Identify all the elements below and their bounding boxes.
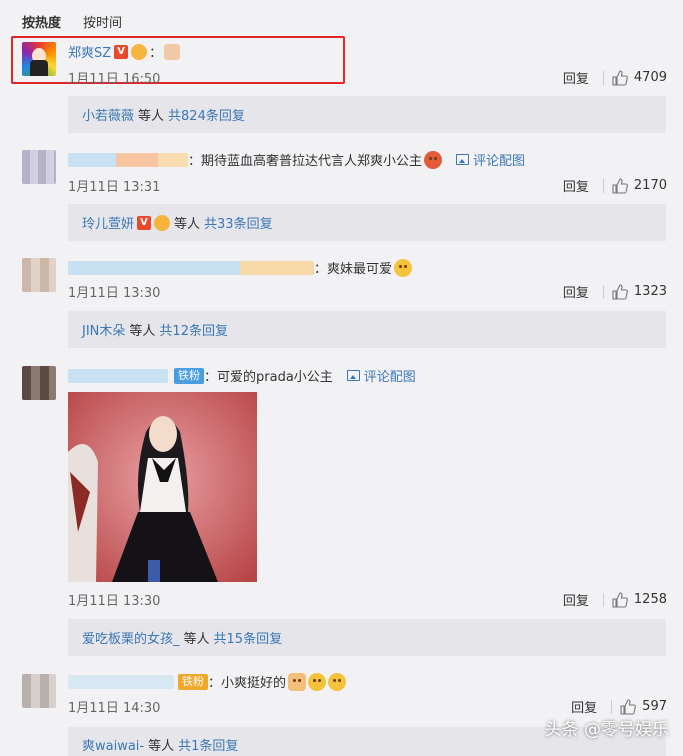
comment-line: ：期待蓝血高奢普拉达代言人郑爽小公主 评论配图	[68, 150, 673, 169]
thumbs-up-icon[interactable]	[612, 177, 628, 194]
comment-image-label: 评论配图	[363, 370, 416, 385]
blurred-username[interactable]	[68, 674, 174, 689]
reply-mid-text: 等人	[148, 738, 175, 754]
like-count: 1258	[633, 592, 667, 607]
like-count: 597	[642, 699, 667, 714]
thumbs-emoji-icon	[288, 672, 307, 691]
avatar[interactable]	[22, 366, 56, 400]
comment-actions: 回复 597	[571, 697, 667, 716]
divider	[602, 70, 604, 85]
reply-mid-text: 等人	[129, 324, 156, 339]
comment-image-label: 评论配图	[473, 154, 526, 169]
comment-time: 1月11日 14:30	[68, 701, 161, 716]
comment-line: 铁粉 ：可爱的prada小公主 评论配图	[68, 366, 673, 385]
comment-time: 1月11日 13:30	[68, 286, 161, 301]
sort-bar: 按热度 按时间	[22, 12, 122, 31]
reply-summary[interactable]: 爱吃板栗的女孩_ 等人 共15条回复	[68, 619, 666, 656]
reply-author[interactable]: 爽waiwai-	[82, 735, 144, 754]
reply-button[interactable]: 回复	[571, 697, 597, 716]
comment-actions: 回复 4709	[563, 68, 667, 87]
photo-illustration	[68, 392, 257, 582]
thumbs-up-icon[interactable]	[612, 591, 628, 608]
comment-text: ：期待蓝血高奢普拉达代言人郑爽小公主	[188, 154, 423, 169]
reply-summary[interactable]: 小若薇薇 等人 共824条回复	[68, 96, 666, 133]
emoji-icon	[394, 258, 413, 277]
comment-actions: 回复 1323	[563, 282, 667, 301]
reply-button[interactable]: 回复	[563, 282, 589, 301]
reply-button[interactable]: 回复	[563, 176, 589, 195]
avatar[interactable]	[22, 150, 56, 184]
fan-badge: 铁粉	[178, 673, 208, 690]
blurred-username[interactable]	[68, 152, 188, 167]
more-replies-link[interactable]: 共15条回复	[214, 628, 283, 647]
comment-line: 铁粉 ：小爽挺好的	[68, 672, 673, 691]
reply-mid-text: 等人	[174, 217, 201, 232]
comment-actions: 回复 2170	[563, 176, 667, 195]
comment-line: ：爽妹最可爱	[68, 258, 673, 277]
comment-image-link[interactable]: 评论配图	[346, 366, 416, 385]
comment-text: ：小爽挺好的	[208, 676, 287, 691]
reply-author[interactable]: JIN木朵	[82, 320, 125, 339]
emoji-icon	[308, 672, 327, 691]
reply-author[interactable]: 玲儿萱妍	[82, 213, 134, 232]
blurred-username[interactable]	[68, 260, 314, 275]
comment-time: 1月11日 13:31	[68, 180, 161, 195]
avatar[interactable]	[22, 674, 56, 708]
sticker-icon	[164, 43, 181, 60]
blurred-username[interactable]	[68, 368, 168, 383]
watermark: 头条 @零号娱乐	[544, 720, 669, 740]
thumbs-up-icon[interactable]	[620, 698, 637, 715]
reply-summary[interactable]: 玲儿萱妍 V 等人 共33条回复	[68, 204, 666, 241]
more-replies-link[interactable]: 共12条回复	[159, 320, 228, 339]
divider	[602, 592, 604, 607]
verified-icon: V	[114, 44, 129, 59]
sort-by-time[interactable]: 按时间	[83, 12, 122, 31]
comment-photo[interactable]	[68, 392, 257, 582]
divider	[611, 699, 613, 714]
fan-badge: 铁粉	[174, 367, 204, 384]
comment-time: 1月11日 16:50	[68, 72, 161, 87]
image-icon	[346, 370, 360, 381]
verified-icon: V	[137, 215, 152, 230]
divider	[602, 178, 604, 193]
image-icon	[456, 154, 470, 165]
reply-mid-text: 等人	[138, 109, 165, 124]
comment-text: ：可爱的prada小公主	[204, 370, 333, 385]
avatar[interactable]	[22, 42, 56, 76]
reply-summary[interactable]: JIN木朵 等人 共12条回复	[68, 311, 666, 348]
reply-mid-text: 等人	[183, 632, 210, 647]
emoji-icon	[424, 150, 443, 169]
comment-time: 1月11日 13:30	[68, 594, 161, 609]
comment-line: 郑爽SZ V ：	[68, 42, 673, 61]
reply-author[interactable]: 爱吃板栗的女孩_	[82, 628, 180, 647]
like-count: 4709	[633, 70, 667, 85]
like-count: 2170	[633, 178, 667, 193]
vip-emoji-icon	[154, 214, 171, 231]
reply-button[interactable]: 回复	[563, 68, 589, 87]
thumbs-up-icon[interactable]	[612, 69, 628, 86]
comment-text: ：爽妹最可爱	[314, 262, 393, 277]
emoji-icon	[328, 672, 347, 691]
vip-emoji-icon	[131, 43, 148, 60]
more-replies-link[interactable]: 共1条回复	[178, 735, 238, 754]
reply-author[interactable]: 小若薇薇	[82, 105, 134, 124]
like-count: 1323	[633, 284, 667, 299]
comment-image-link[interactable]: 评论配图	[456, 150, 525, 169]
thumbs-up-icon[interactable]	[612, 283, 628, 300]
more-replies-link[interactable]: 共33条回复	[204, 213, 273, 232]
sort-by-hot[interactable]: 按热度	[22, 12, 61, 31]
comment-actions: 回复 1258	[563, 590, 667, 609]
avatar[interactable]	[22, 258, 56, 292]
more-replies-link[interactable]: 共824条回复	[168, 105, 245, 124]
divider	[602, 284, 604, 299]
comment-author[interactable]: 郑爽SZ	[68, 42, 111, 61]
reply-button[interactable]: 回复	[563, 590, 589, 609]
